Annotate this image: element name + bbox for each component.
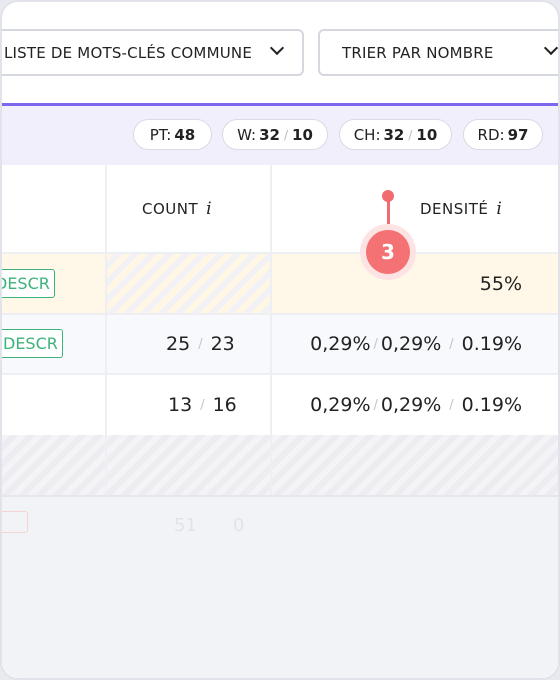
- density-cell: 0,29%/0,29%/0.19%: [310, 394, 522, 416]
- step-badge: 3: [366, 230, 410, 274]
- marker-line: [386, 198, 390, 224]
- faded-tag: [2, 511, 28, 533]
- faded-count: 51 0: [174, 515, 245, 536]
- stat-chip-ch: CH: 32/10: [339, 119, 452, 150]
- header-label: COUNT: [142, 199, 199, 218]
- header-label: DENSITÉ: [420, 199, 489, 218]
- stat-value: 32: [259, 125, 280, 144]
- sort-dropdown[interactable]: TRIER PAR NOMBRE: [318, 29, 558, 76]
- count-cell: 25/23: [166, 333, 235, 355]
- density-cell: 0,29%/0,29%/0.19%: [310, 333, 522, 355]
- descr-tag: DESCR: [2, 329, 63, 358]
- stat-label: RD:: [477, 125, 505, 144]
- keyword-list-value: LISTE DE MOTS-CLÉS COMMUNE: [4, 43, 252, 62]
- faded-overlay: 51 0: [2, 495, 558, 678]
- stat-label: CH:: [353, 125, 381, 144]
- sort-value: TRIER PAR NOMBRE: [342, 43, 494, 62]
- stat-label: PT:: [149, 125, 172, 144]
- stat-label: W:: [237, 125, 257, 144]
- info-icon[interactable]: i: [496, 199, 502, 219]
- table-row[interactable]: 13/16 0,29%/0,29%/0.19%: [2, 375, 558, 435]
- table-row[interactable]: DESCR 25/23 0,29%/0,29%/0.19%: [2, 315, 558, 375]
- stat-value-2: 10: [292, 125, 313, 144]
- separator: /: [408, 127, 413, 142]
- stat-value: 32: [383, 125, 405, 144]
- stat-value-2: 10: [416, 125, 438, 144]
- keyword-list-dropdown[interactable]: LISTE DE MOTS-CLÉS COMMUNE: [2, 29, 304, 76]
- stat-value: 97: [507, 125, 529, 144]
- table-row[interactable]: DESCR 55%: [2, 254, 558, 315]
- column-divider: [270, 165, 272, 495]
- table-header: COUNT i DENSITÉ i: [2, 165, 558, 254]
- descr-tag: DESCR: [2, 269, 55, 298]
- density-cell: 55%: [479, 272, 522, 295]
- column-header-count[interactable]: COUNT i: [142, 165, 212, 252]
- separator: /: [283, 127, 289, 142]
- stat-chip-pt: PT: 48: [133, 119, 212, 150]
- info-icon[interactable]: i: [206, 199, 212, 219]
- column-divider: [105, 165, 107, 495]
- chevron-down-icon: [543, 40, 558, 56]
- count-cell-empty: [106, 254, 271, 313]
- panel: LISTE DE MOTS-CLÉS COMMUNE TRIER PAR NOM…: [0, 0, 560, 680]
- stat-chip-rd: RD: 97: [463, 119, 543, 150]
- placeholder-row: [2, 435, 558, 495]
- stat-value: 48: [174, 125, 196, 144]
- count-cell: 13/16: [168, 394, 237, 416]
- column-header-density[interactable]: DENSITÉ i: [420, 165, 502, 252]
- chevron-down-icon: [269, 40, 285, 56]
- stat-chip-w: W: 32/10: [222, 119, 328, 150]
